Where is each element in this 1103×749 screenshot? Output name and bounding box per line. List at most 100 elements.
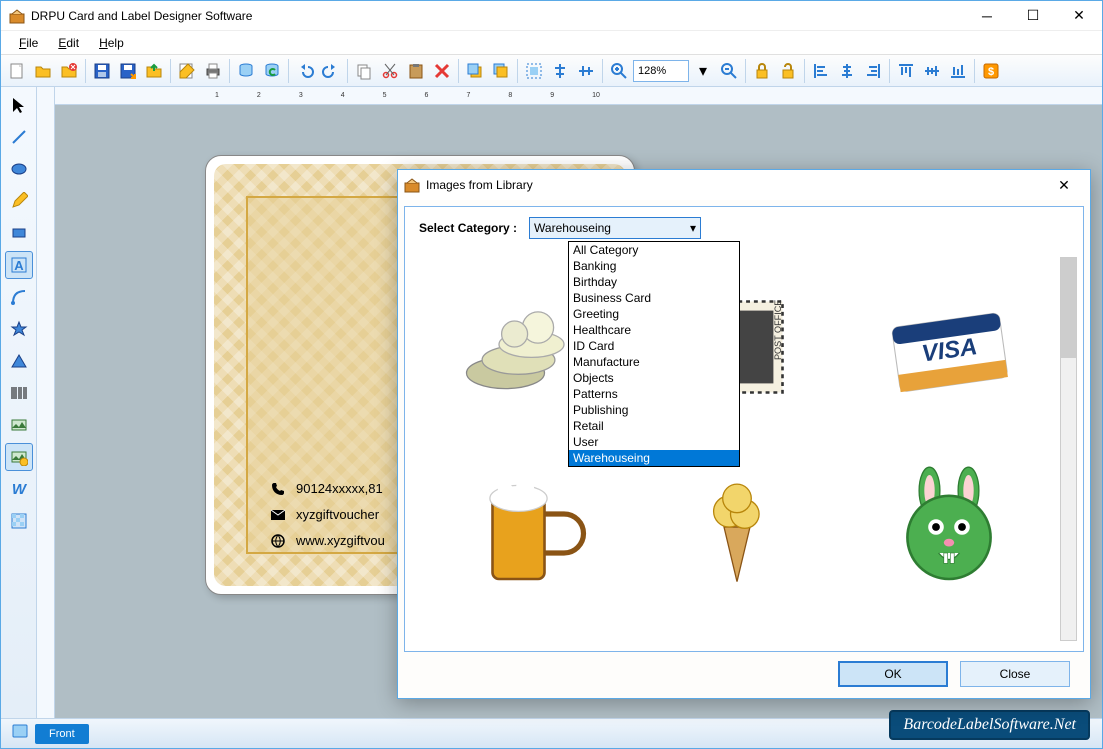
dialog-title: Images from Library bbox=[426, 178, 1044, 192]
cut-button[interactable] bbox=[378, 59, 402, 83]
app-icon bbox=[9, 8, 25, 24]
library-image-tool[interactable] bbox=[5, 443, 33, 471]
window-controls: ─ ☐ ✕ bbox=[964, 1, 1102, 31]
scrollbar-thumb[interactable] bbox=[1061, 258, 1076, 358]
triangle-tool[interactable] bbox=[5, 347, 33, 375]
zoom-input[interactable] bbox=[633, 60, 689, 82]
option-all-category[interactable]: All Category bbox=[569, 242, 739, 258]
maximize-button[interactable]: ☐ bbox=[1010, 1, 1056, 31]
redo-button[interactable] bbox=[319, 59, 343, 83]
library-image-visa-card[interactable]: VISA bbox=[843, 257, 1055, 437]
price-button[interactable]: $ bbox=[979, 59, 1003, 83]
save-button[interactable] bbox=[90, 59, 114, 83]
edit-button[interactable] bbox=[175, 59, 199, 83]
option-banking[interactable]: Banking bbox=[569, 258, 739, 274]
dialog-footer: OK Close bbox=[398, 658, 1090, 698]
close-file-button[interactable] bbox=[57, 59, 81, 83]
option-warehouseing[interactable]: Warehouseing bbox=[569, 450, 739, 466]
paste-button[interactable] bbox=[404, 59, 428, 83]
bring-front-button[interactable] bbox=[463, 59, 487, 83]
unlock-button[interactable] bbox=[776, 59, 800, 83]
database-refresh-button[interactable] bbox=[260, 59, 284, 83]
pencil-tool[interactable] bbox=[5, 187, 33, 215]
category-row: Select Category : Warehouseing ▾ bbox=[419, 217, 1069, 239]
align-center-v-button[interactable] bbox=[574, 59, 598, 83]
option-objects[interactable]: Objects bbox=[569, 370, 739, 386]
align-center-button[interactable] bbox=[835, 59, 859, 83]
front-tab[interactable]: Front bbox=[35, 724, 89, 744]
email-icon bbox=[270, 507, 286, 523]
align-bottom-button[interactable] bbox=[946, 59, 970, 83]
phone-icon bbox=[270, 481, 286, 497]
new-button[interactable] bbox=[5, 59, 29, 83]
option-healthcare[interactable]: Healthcare bbox=[569, 322, 739, 338]
star-tool[interactable] bbox=[5, 315, 33, 343]
main-toolbar: ▾ $ bbox=[1, 55, 1102, 87]
copy-button[interactable] bbox=[352, 59, 376, 83]
main-window: DRPU Card and Label Designer Software ─ … bbox=[0, 0, 1103, 749]
align-middle-button[interactable] bbox=[920, 59, 944, 83]
select-tool[interactable] bbox=[5, 91, 33, 119]
option-patterns[interactable]: Patterns bbox=[569, 386, 739, 402]
category-select[interactable]: Warehouseing ▾ bbox=[529, 217, 701, 239]
lock-button[interactable] bbox=[750, 59, 774, 83]
image-tool[interactable] bbox=[5, 411, 33, 439]
menu-file[interactable]: File bbox=[9, 36, 48, 50]
align-center-h-button[interactable] bbox=[548, 59, 572, 83]
option-greeting[interactable]: Greeting bbox=[569, 306, 739, 322]
card-contact-info: 90124xxxxx,81 xyzgiftvoucher www.xyzgift… bbox=[270, 476, 385, 554]
save-as-button[interactable] bbox=[116, 59, 140, 83]
library-image-rabbit[interactable] bbox=[843, 437, 1055, 617]
web-text: www.xyzgiftvou bbox=[296, 528, 385, 554]
category-label: Select Category : bbox=[419, 221, 517, 235]
undo-button[interactable] bbox=[293, 59, 317, 83]
ellipse-tool[interactable] bbox=[5, 155, 33, 183]
chevron-down-icon: ▾ bbox=[690, 221, 696, 235]
align-right-button[interactable] bbox=[861, 59, 885, 83]
option-user[interactable]: User bbox=[569, 434, 739, 450]
delete-button[interactable] bbox=[430, 59, 454, 83]
option-publishing[interactable]: Publishing bbox=[569, 402, 739, 418]
send-back-button[interactable] bbox=[489, 59, 513, 83]
close-dialog-button[interactable]: Close bbox=[960, 661, 1070, 687]
align-left-button[interactable] bbox=[809, 59, 833, 83]
option-retail[interactable]: Retail bbox=[569, 418, 739, 434]
pattern-tool[interactable] bbox=[5, 507, 33, 535]
dialog-icon bbox=[404, 177, 420, 193]
line-tool[interactable] bbox=[5, 123, 33, 151]
vertical-ruler bbox=[37, 87, 55, 718]
rectangle-tool[interactable] bbox=[5, 219, 33, 247]
minimize-button[interactable]: ─ bbox=[964, 1, 1010, 31]
ok-button[interactable]: OK bbox=[838, 661, 948, 687]
dialog-scrollbar[interactable] bbox=[1060, 257, 1077, 641]
wordart-tool[interactable]: W bbox=[5, 475, 33, 503]
database-button[interactable] bbox=[234, 59, 258, 83]
category-dropdown[interactable]: All Category Banking Birthday Business C… bbox=[568, 241, 740, 467]
option-manufacture[interactable]: Manufacture bbox=[569, 354, 739, 370]
option-id-card[interactable]: ID Card bbox=[569, 338, 739, 354]
text-tool[interactable]: A bbox=[5, 251, 33, 279]
export-button[interactable] bbox=[142, 59, 166, 83]
barcode-tool[interactable] bbox=[5, 379, 33, 407]
open-button[interactable] bbox=[31, 59, 55, 83]
zoom-out-button[interactable] bbox=[717, 59, 741, 83]
print-button[interactable] bbox=[201, 59, 225, 83]
align-top-button[interactable] bbox=[894, 59, 918, 83]
zoom-in-button[interactable] bbox=[607, 59, 631, 83]
category-selected-value: Warehouseing bbox=[534, 221, 611, 235]
menu-edit[interactable]: Edit bbox=[48, 36, 89, 50]
select-all-button[interactable] bbox=[522, 59, 546, 83]
svg-text:POST OFFICE: POST OFFICE bbox=[773, 300, 783, 360]
option-business-card[interactable]: Business Card bbox=[569, 290, 739, 306]
menu-help[interactable]: Help bbox=[89, 36, 134, 50]
web-icon bbox=[270, 533, 286, 549]
dialog-body: Select Category : Warehouseing ▾ All Cat… bbox=[404, 206, 1084, 652]
zoom-dropdown-button[interactable]: ▾ bbox=[691, 59, 715, 83]
footer-brand: BarcodeLabelSoftware.Net bbox=[889, 710, 1090, 740]
svg-text:W: W bbox=[11, 481, 27, 498]
arc-tool[interactable] bbox=[5, 283, 33, 311]
option-birthday[interactable]: Birthday bbox=[569, 274, 739, 290]
svg-text:$: $ bbox=[988, 66, 994, 78]
dialog-close-button[interactable]: ✕ bbox=[1044, 171, 1084, 199]
close-button[interactable]: ✕ bbox=[1056, 1, 1102, 31]
